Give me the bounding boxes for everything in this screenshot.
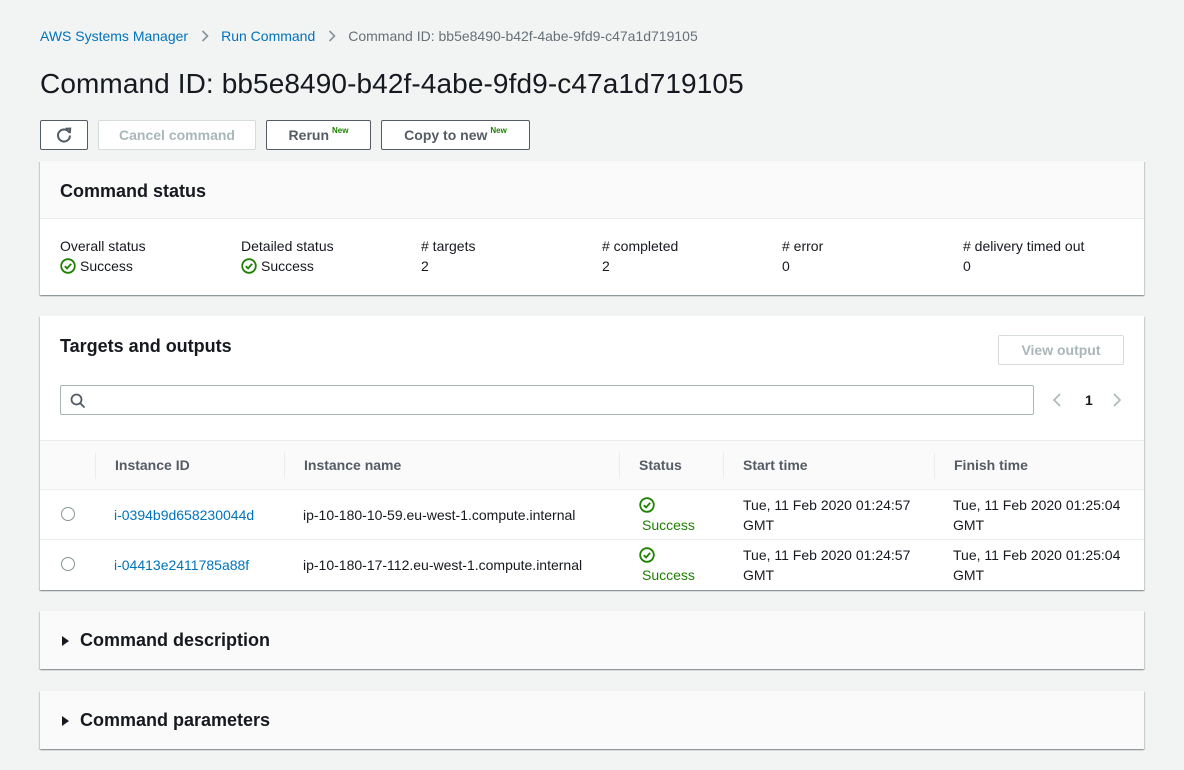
success-icon xyxy=(639,545,695,565)
start-time-line1: Tue, 11 Feb 2020 01:24:57 xyxy=(743,497,911,513)
chevron-right-icon xyxy=(328,30,336,42)
delivery-timed-out-label: # delivery timed out xyxy=(963,238,1085,254)
caret-right-icon xyxy=(62,716,69,726)
cancel-command-label: Cancel command xyxy=(119,127,235,143)
start-time-line2: GMT xyxy=(743,567,775,583)
instance-name: ip-10-180-10-59.eu-west-1.compute.intern… xyxy=(303,507,576,523)
start-time: Tue, 11 Feb 2020 01:24:57 GMT xyxy=(743,545,910,585)
row-select-radio[interactable] xyxy=(61,557,75,571)
targets-outputs-panel: Targets and outputs View output 1 Instan… xyxy=(40,316,1144,590)
cancel-command-button[interactable]: Cancel command xyxy=(98,120,256,150)
targets-count: # targets 2 xyxy=(421,236,475,276)
column-start-time[interactable]: Start time xyxy=(743,457,808,473)
column-divider xyxy=(619,453,620,479)
pagination-page[interactable]: 1 xyxy=(1085,385,1093,415)
column-finish-time[interactable]: Finish time xyxy=(954,457,1028,473)
table-row[interactable]: i-0394b9d658230044d ip-10-180-10-59.eu-w… xyxy=(40,490,1144,540)
status-text: Success xyxy=(642,567,695,583)
row-select-radio[interactable] xyxy=(61,507,75,521)
command-parameters-title[interactable]: Command parameters xyxy=(80,710,270,731)
refresh-button[interactable] xyxy=(40,120,88,150)
table-header: Instance ID Instance name Status Start t… xyxy=(40,440,1144,490)
breadcrumb-run-command[interactable]: Run Command xyxy=(221,28,315,44)
instance-id-link[interactable]: i-0394b9d658230044d xyxy=(114,505,254,525)
column-divider xyxy=(95,453,96,479)
copy-to-new-label: Copy to new xyxy=(404,127,488,143)
command-description-title[interactable]: Command description xyxy=(80,630,270,651)
chevron-left-icon xyxy=(1052,392,1062,408)
success-icon xyxy=(60,258,76,274)
status-text: Success xyxy=(642,517,695,533)
overall-status-value: Success xyxy=(60,256,146,276)
instance-id-link[interactable]: i-04413e2411785a88f xyxy=(114,555,249,575)
breadcrumb-current: Command ID: bb5e8490-b42f-4abe-9fd9-c47a… xyxy=(348,28,698,44)
delivery-timed-out-value: 0 xyxy=(963,258,971,274)
success-icon xyxy=(241,258,257,274)
new-badge: New xyxy=(490,125,507,135)
command-status-panel: Command status Overall status Success De… xyxy=(40,161,1144,295)
completed-count-label: # completed xyxy=(602,238,679,254)
finish-time-line1: Tue, 11 Feb 2020 01:25:04 xyxy=(953,497,1121,513)
overall-status-label: Overall status xyxy=(60,238,146,254)
targets-count-value: 2 xyxy=(421,258,429,274)
caret-right-icon xyxy=(62,636,69,646)
row-status: Success xyxy=(639,495,695,535)
page-number: 1 xyxy=(1085,392,1093,408)
rerun-label: Rerun xyxy=(288,127,329,143)
table-row[interactable]: i-04413e2411785a88f ip-10-180-17-112.eu-… xyxy=(40,540,1144,590)
finish-time-line2: GMT xyxy=(953,517,985,533)
column-status[interactable]: Status xyxy=(639,457,682,473)
refresh-icon xyxy=(55,126,73,144)
targets-outputs-title: Targets and outputs xyxy=(60,336,232,356)
column-instance-name[interactable]: Instance name xyxy=(304,457,401,473)
pagination-previous[interactable] xyxy=(1052,385,1062,415)
start-time-line1: Tue, 11 Feb 2020 01:24:57 xyxy=(743,547,911,563)
start-time: Tue, 11 Feb 2020 01:24:57 GMT xyxy=(743,495,910,535)
command-description-panel[interactable]: Command description xyxy=(40,611,1144,669)
completed-count-value: 2 xyxy=(602,258,610,274)
command-parameters-panel[interactable]: Command parameters xyxy=(40,691,1144,749)
targets-count-label: # targets xyxy=(421,238,476,254)
column-divider xyxy=(723,453,724,479)
detailed-status-value: Success xyxy=(241,256,334,276)
instance-name: ip-10-180-17-112.eu-west-1.compute.inter… xyxy=(303,557,583,573)
breadcrumb: AWS Systems Manager Run Command Command … xyxy=(40,26,698,46)
finish-time: Tue, 11 Feb 2020 01:25:04 GMT xyxy=(953,495,1120,535)
chevron-right-icon xyxy=(1112,392,1122,408)
search-field[interactable] xyxy=(60,385,1034,415)
finish-time-line1: Tue, 11 Feb 2020 01:25:04 xyxy=(953,547,1121,563)
page-title: Command ID: bb5e8490-b42f-4abe-9fd9-c47a… xyxy=(40,68,744,99)
new-badge: New xyxy=(332,125,349,135)
search-icon xyxy=(70,393,86,414)
detailed-status-text: Success xyxy=(261,258,314,274)
error-count-label: # error xyxy=(782,238,824,254)
breadcrumb-systems-manager[interactable]: AWS Systems Manager xyxy=(40,28,188,44)
finish-time-line2: GMT xyxy=(953,567,985,583)
row-status: Success xyxy=(639,545,695,585)
column-divider xyxy=(934,453,935,479)
error-count: # error 0 xyxy=(782,236,823,276)
chevron-right-icon xyxy=(201,30,209,42)
finish-time: Tue, 11 Feb 2020 01:25:04 GMT xyxy=(953,545,1120,585)
search-input[interactable] xyxy=(93,386,1023,414)
column-divider xyxy=(284,453,285,479)
start-time-line2: GMT xyxy=(743,517,775,533)
error-count-value: 0 xyxy=(782,258,790,274)
pagination-next[interactable] xyxy=(1112,385,1122,415)
success-icon xyxy=(639,495,695,515)
overall-status: Overall status Success xyxy=(60,236,146,276)
completed-count: # completed 2 xyxy=(602,236,678,276)
detailed-status-label: Detailed status xyxy=(241,238,334,254)
delivery-timed-out-count: # delivery timed out 0 xyxy=(963,236,1084,276)
view-output-button[interactable]: View output xyxy=(998,335,1124,365)
rerun-button[interactable]: Rerun New xyxy=(266,120,371,150)
detailed-status: Detailed status Success xyxy=(241,236,334,276)
command-status-title: Command status xyxy=(60,181,207,201)
overall-status-text: Success xyxy=(80,258,133,274)
column-instance-id[interactable]: Instance ID xyxy=(115,457,190,473)
copy-to-new-button[interactable]: Copy to new New xyxy=(381,120,530,150)
